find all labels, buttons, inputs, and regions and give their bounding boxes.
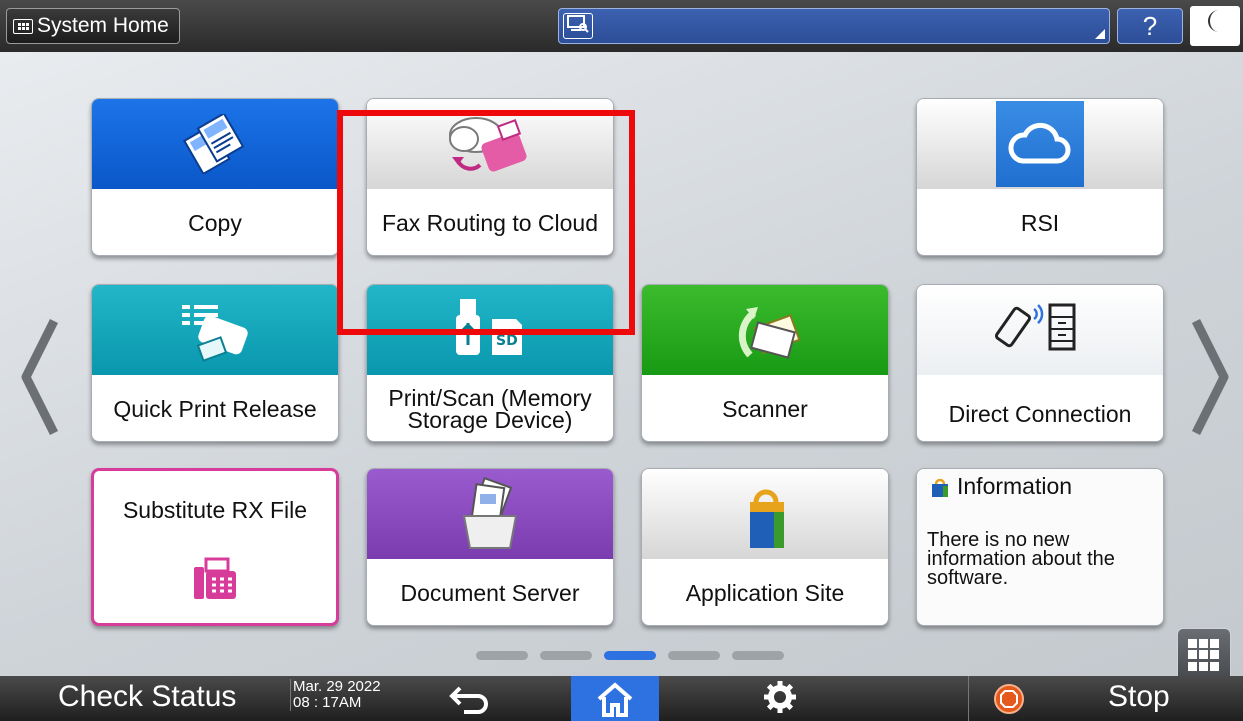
document-server-icon: [367, 469, 613, 559]
back-arrow-icon[interactable]: [448, 680, 492, 721]
rsi-tile[interactable]: RSI: [916, 98, 1164, 256]
direct-connection-tile[interactable]: Direct Connection: [916, 284, 1164, 442]
page-dot-current[interactable]: [604, 651, 656, 660]
printer-icon: [92, 285, 338, 375]
information-bag-icon: [932, 478, 948, 497]
app-grid-icon[interactable]: [1177, 628, 1231, 682]
rsi-label: RSI: [1020, 210, 1060, 236]
direct-connection-label: Direct Connection: [948, 401, 1132, 427]
svg-text:SD: SD: [496, 333, 518, 349]
keyboard-icon: [13, 18, 33, 34]
page-dot[interactable]: [668, 651, 720, 660]
information-text: There is no new information about the so…: [927, 529, 1115, 589]
home-icon: [597, 681, 633, 717]
system-home-label: System Home: [37, 14, 169, 37]
information-title: Information: [957, 473, 1073, 499]
system-home-button[interactable]: System Home: [6, 8, 180, 44]
top-bar: System Home ?: [0, 0, 1243, 52]
screen-search-icon[interactable]: [563, 13, 593, 39]
home-button[interactable]: [571, 676, 659, 721]
time-text: 08 : 17AM: [293, 694, 362, 711]
highlight-box: [337, 110, 635, 335]
document-server-label: Document Server: [400, 580, 580, 606]
moon-icon[interactable]: [1190, 6, 1240, 46]
substitute-rx-file-tile[interactable]: Substitute RX File: [91, 468, 339, 626]
scanner-label: Scanner: [722, 396, 808, 422]
quick-print-release-label: Quick Print Release: [113, 396, 317, 422]
help-button[interactable]: ?: [1117, 8, 1183, 44]
scanner-tile[interactable]: Scanner: [641, 284, 889, 442]
bottom-bar: Check Status Mar. 29 2022 08 : 17AM Stop: [0, 676, 1243, 721]
resize-corner-icon: [1095, 29, 1105, 39]
substitute-rx-file-label: Substitute RX File: [122, 497, 308, 523]
page-dot[interactable]: [540, 651, 592, 660]
chevron-right-icon[interactable]: [1190, 317, 1230, 437]
cloud-icon: [996, 101, 1084, 187]
application-site-label: Application Site: [685, 580, 845, 606]
copy-icon: [92, 99, 338, 189]
check-status-button[interactable]: Check Status: [58, 680, 236, 714]
application-site-tile[interactable]: Application Site: [641, 468, 889, 626]
rsi-band: [917, 99, 1163, 189]
information-header: Information: [929, 473, 1072, 500]
information-widget[interactable]: Information There is no new information …: [916, 468, 1164, 626]
chevron-left-icon[interactable]: [20, 317, 60, 437]
stop-icon[interactable]: [994, 684, 1024, 714]
scanner-icon: [642, 285, 888, 375]
page-indicator: [476, 651, 784, 660]
page-dot[interactable]: [732, 651, 784, 660]
page-dot[interactable]: [476, 651, 528, 660]
home-screen: Copy Fax Routing to Cloud RSI Quick Prin…: [0, 52, 1243, 682]
date-time-display: Mar. 29 2022 08 : 17AM: [290, 679, 381, 711]
copy-label: Copy: [188, 210, 242, 236]
shopping-bag-icon: [642, 469, 888, 559]
fax-machine-icon: [190, 555, 240, 610]
date-text: Mar. 29 2022: [293, 678, 381, 695]
divider: [968, 676, 969, 721]
quick-print-release-tile[interactable]: Quick Print Release: [91, 284, 339, 442]
gear-icon[interactable]: [762, 678, 798, 721]
copy-tile[interactable]: Copy: [91, 98, 339, 256]
stop-button[interactable]: Stop: [1108, 680, 1170, 714]
search-bar[interactable]: [558, 8, 1110, 44]
phone-printer-icon: [917, 285, 1163, 375]
document-server-tile[interactable]: Document Server: [366, 468, 614, 626]
print-scan-memory-label: Print/Scan (Memory Storage Device): [388, 385, 592, 433]
